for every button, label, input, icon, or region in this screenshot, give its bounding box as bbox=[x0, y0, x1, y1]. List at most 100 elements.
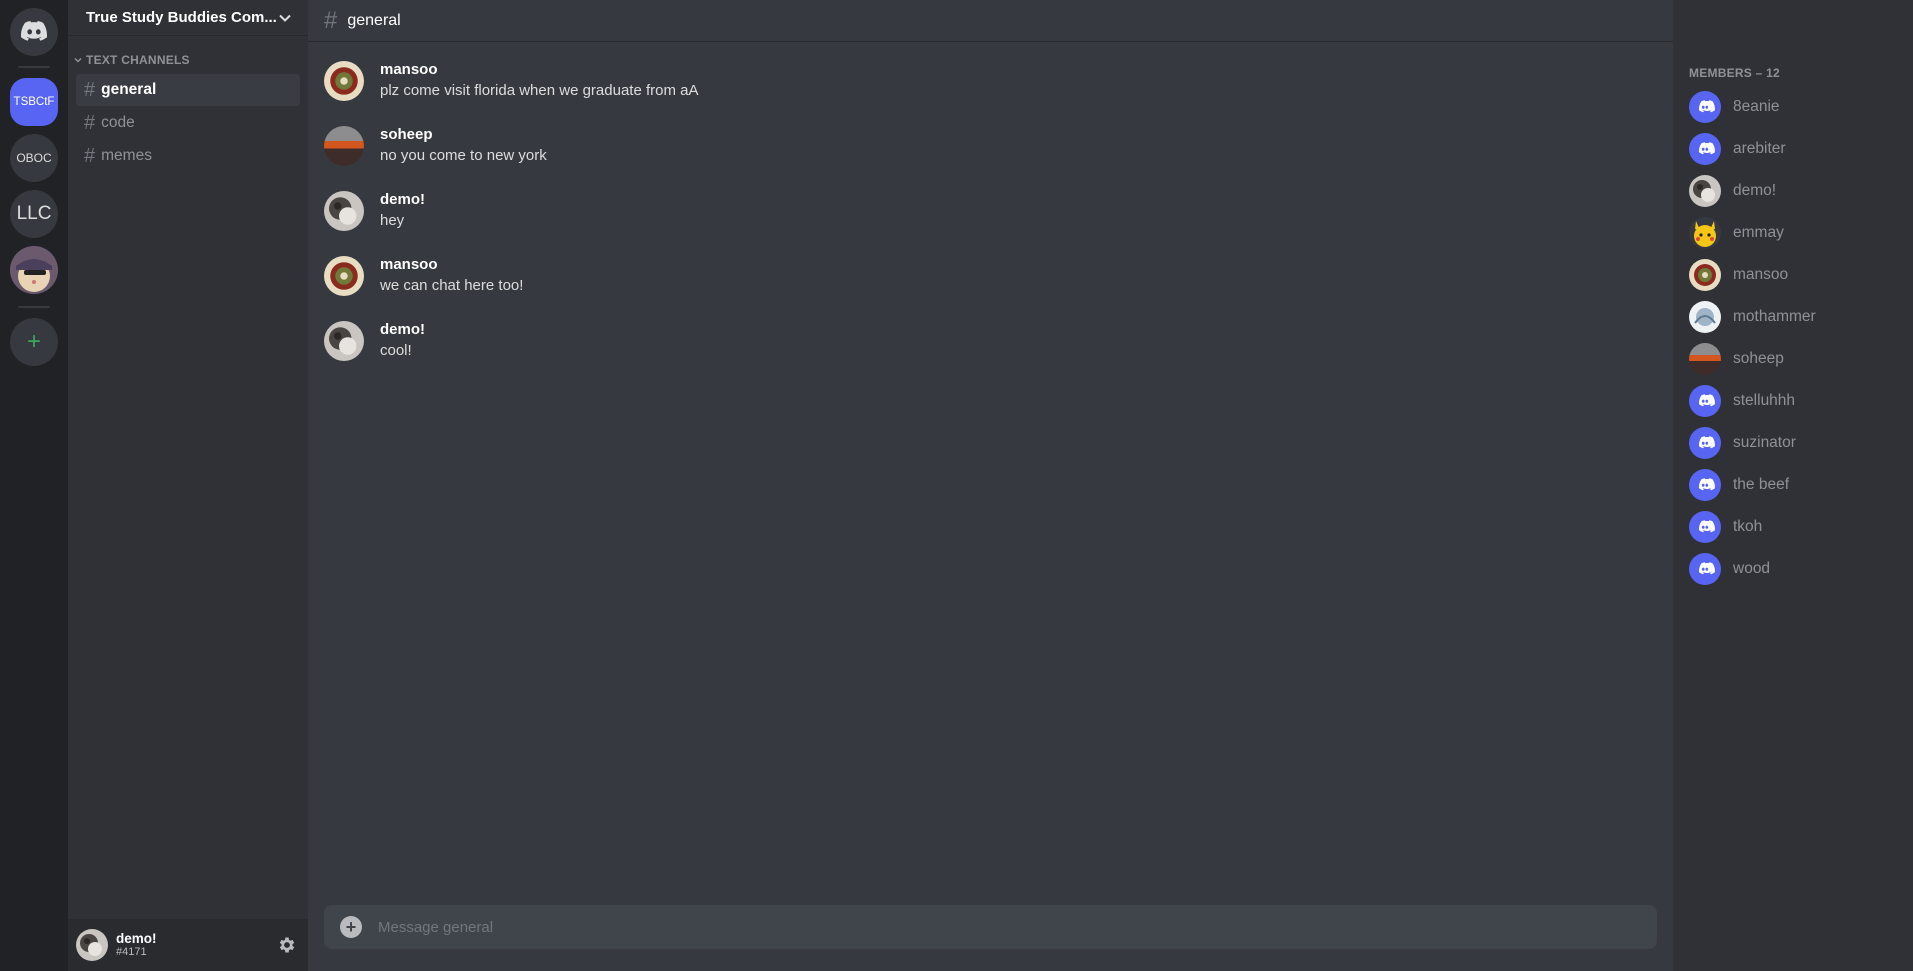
rail-separator bbox=[18, 306, 50, 308]
app-root: TSBCtF OBOC LLC + True Study Buddies Com… bbox=[0, 0, 1913, 971]
avatar bbox=[1689, 343, 1721, 375]
member-name: stelluhhh bbox=[1733, 392, 1796, 409]
hashtag-icon: # bbox=[84, 144, 96, 167]
avatar bbox=[1689, 553, 1721, 585]
category-text-channels[interactable]: TEXT CHANNELS bbox=[68, 52, 308, 68]
members-heading: MEMBERS – 12 bbox=[1689, 66, 1780, 80]
category-label: TEXT CHANNELS bbox=[86, 53, 190, 67]
channel-label: code bbox=[101, 114, 135, 131]
message-body: soheep no you come to new york bbox=[380, 125, 547, 172]
add-server-icon: + bbox=[26, 328, 41, 355]
member-item[interactable]: the beef bbox=[1689, 464, 1905, 506]
message-input[interactable] bbox=[378, 918, 1641, 936]
avatar bbox=[1689, 259, 1721, 291]
member-name: tkoh bbox=[1733, 518, 1763, 535]
message-text: no you come to new york bbox=[380, 147, 547, 164]
member-name: suzinator bbox=[1733, 434, 1796, 451]
home-button[interactable] bbox=[10, 8, 58, 56]
server-cat[interactable] bbox=[10, 246, 58, 294]
attach-plus-icon[interactable]: + bbox=[340, 916, 362, 938]
avatar[interactable] bbox=[324, 321, 364, 361]
avatar bbox=[1689, 469, 1721, 501]
member-name: mothammer bbox=[1733, 308, 1816, 325]
member-list: MEMBERS – 12 8eanie arebiter demo! emmay… bbox=[1673, 0, 1913, 971]
member-item[interactable]: demo! bbox=[1689, 170, 1905, 212]
member-item[interactable]: mothammer bbox=[1689, 296, 1905, 338]
message-author[interactable]: mansoo bbox=[380, 60, 698, 80]
member-item[interactable]: 8eanie bbox=[1689, 86, 1905, 128]
chevron-down-icon bbox=[74, 53, 82, 67]
composer-wrap: + bbox=[308, 905, 1673, 971]
channel-label: memes bbox=[101, 147, 152, 164]
message: mansoo we can chat here too! bbox=[308, 255, 1673, 302]
avatar[interactable] bbox=[324, 256, 364, 296]
message-text: plz come visit florida when we graduate … bbox=[380, 82, 699, 99]
message: mansoo plz come visit florida when we gr… bbox=[308, 60, 1673, 107]
member-item[interactable]: soheep bbox=[1689, 338, 1905, 380]
message-body: demo! hey bbox=[380, 190, 425, 237]
discord-icon bbox=[21, 20, 47, 44]
channel-title: general bbox=[347, 11, 401, 29]
user-panel: demo! #4171 bbox=[68, 919, 308, 971]
member-item[interactable]: suzinator bbox=[1689, 422, 1905, 464]
guild-header[interactable]: True Study Buddies Com... bbox=[68, 0, 308, 36]
message-composer: + bbox=[324, 905, 1657, 949]
member-name: the beef bbox=[1733, 476, 1790, 493]
hashtag-icon: # bbox=[84, 111, 96, 134]
message-text: we can chat here too! bbox=[380, 277, 524, 294]
rail-separator bbox=[18, 66, 50, 68]
member-name: wood bbox=[1733, 560, 1771, 577]
member-item[interactable]: wood bbox=[1689, 548, 1905, 590]
server-rail: TSBCtF OBOC LLC + bbox=[0, 0, 68, 971]
message-author[interactable]: mansoo bbox=[380, 255, 523, 275]
member-name: demo! bbox=[1733, 182, 1777, 199]
avatar bbox=[1689, 175, 1721, 207]
member-name: mansoo bbox=[1733, 266, 1789, 283]
message-author[interactable]: soheep bbox=[380, 125, 547, 145]
member-item[interactable]: mansoo bbox=[1689, 254, 1905, 296]
gear-icon[interactable] bbox=[276, 935, 296, 955]
message-body: mansoo we can chat here too! bbox=[380, 255, 523, 302]
avatar bbox=[1689, 217, 1721, 249]
member-item[interactable]: tkoh bbox=[1689, 506, 1905, 548]
avatar[interactable] bbox=[76, 929, 108, 961]
cat-avatar-icon bbox=[10, 246, 58, 294]
channel-memes[interactable]: # memes bbox=[76, 140, 300, 172]
avatar bbox=[1689, 91, 1721, 123]
message-author[interactable]: demo! bbox=[380, 190, 425, 210]
message-text: hey bbox=[380, 212, 405, 229]
add-server-button[interactable]: + bbox=[10, 318, 58, 366]
channel-sidebar: True Study Buddies Com... TEXT CHANNELS … bbox=[68, 0, 308, 971]
server-llc[interactable]: LLC bbox=[10, 190, 58, 238]
member-item[interactable]: emmay bbox=[1689, 212, 1905, 254]
message-body: mansoo plz come visit florida when we gr… bbox=[380, 60, 698, 107]
message-text: cool! bbox=[380, 342, 412, 359]
avatar[interactable] bbox=[324, 126, 364, 166]
member-name: soheep bbox=[1733, 350, 1784, 367]
channel-list: TEXT CHANNELS # general # code # memes bbox=[68, 36, 308, 919]
chat-header: # general bbox=[308, 0, 1673, 42]
message: demo! cool! bbox=[308, 320, 1673, 367]
avatar bbox=[1689, 511, 1721, 543]
member-name: arebiter bbox=[1733, 140, 1786, 157]
member-item[interactable]: arebiter bbox=[1689, 128, 1905, 170]
user-info: demo! #4171 bbox=[116, 931, 276, 959]
server-oboc[interactable]: OBOC bbox=[10, 134, 58, 182]
avatar bbox=[1689, 133, 1721, 165]
server-tsbctf[interactable]: TSBCtF bbox=[10, 78, 58, 126]
hashtag-icon: # bbox=[324, 6, 338, 34]
avatar[interactable] bbox=[324, 61, 364, 101]
message-author[interactable]: demo! bbox=[380, 320, 425, 340]
avatar bbox=[1689, 385, 1721, 417]
message-list: mansoo plz come visit florida when we gr… bbox=[308, 42, 1673, 905]
member-item[interactable]: stelluhhh bbox=[1689, 380, 1905, 422]
message: soheep no you come to new york bbox=[308, 125, 1673, 172]
hashtag-icon: # bbox=[84, 78, 96, 101]
message: demo! hey bbox=[308, 190, 1673, 237]
chevron-down-icon bbox=[278, 11, 292, 25]
avatar[interactable] bbox=[324, 191, 364, 231]
channel-code[interactable]: # code bbox=[76, 107, 300, 139]
avatar bbox=[1689, 427, 1721, 459]
channel-general[interactable]: # general bbox=[76, 74, 300, 106]
channel-label: general bbox=[101, 81, 157, 98]
